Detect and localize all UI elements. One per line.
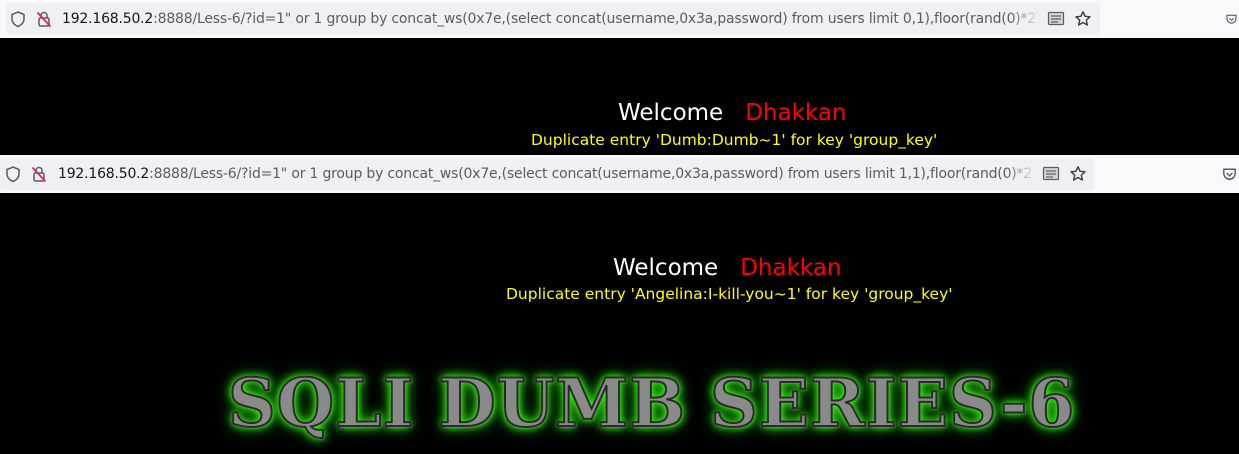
url-bar-2: 192.168.50.2:8888/Less-6/?id=1" or 1 gro… <box>0 155 1239 193</box>
insecure-lock-icon[interactable] <box>34 9 54 29</box>
insecure-lock-icon[interactable] <box>29 164 49 184</box>
welcome-message-2: Welcome Dhakkan <box>613 255 842 281</box>
pocket-icon[interactable] <box>1224 9 1239 29</box>
reader-view-icon[interactable] <box>1046 9 1066 29</box>
url-bar-1: 192.168.50.2:8888/Less-6/?id=1" or 1 gro… <box>0 0 1239 38</box>
welcome-label: Welcome <box>618 100 724 126</box>
welcome-label: Welcome <box>613 255 719 281</box>
user-name: Dhakkan <box>745 100 847 126</box>
url-host: 192.168.50.2 <box>58 166 150 182</box>
url-path: :8888/Less-6/?id=1" or 1 group by concat… <box>149 166 1036 182</box>
url-fade <box>1010 9 1040 29</box>
url-path: :8888/Less-6/?id=1" or 1 group by concat… <box>153 11 1040 27</box>
url-host: 192.168.50.2 <box>62 11 154 27</box>
url-fade <box>1006 164 1036 184</box>
welcome-message-1: Welcome Dhakkan <box>618 100 847 126</box>
shield-icon[interactable] <box>3 164 23 184</box>
bookmark-star-icon[interactable] <box>1073 9 1093 29</box>
error-message-1: Duplicate entry 'Dumb:Dumb~1' for key 'g… <box>531 131 938 149</box>
pocket-icon[interactable] <box>1220 164 1239 184</box>
error-message-2: Duplicate entry 'Angelina:I-kill-you~1' … <box>506 285 953 303</box>
bookmark-star-icon[interactable] <box>1068 164 1088 184</box>
sqli-dumb-series-logo: SQLI DUMB SERIES-6 <box>227 358 1228 448</box>
user-name: Dhakkan <box>740 255 842 281</box>
shield-icon[interactable] <box>8 9 28 29</box>
url-text-2[interactable]: 192.168.50.2:8888/Less-6/?id=1" or 1 gro… <box>58 164 1036 184</box>
url-text-1[interactable]: 192.168.50.2:8888/Less-6/?id=1" or 1 gro… <box>62 9 1040 29</box>
reader-view-icon[interactable] <box>1041 164 1061 184</box>
